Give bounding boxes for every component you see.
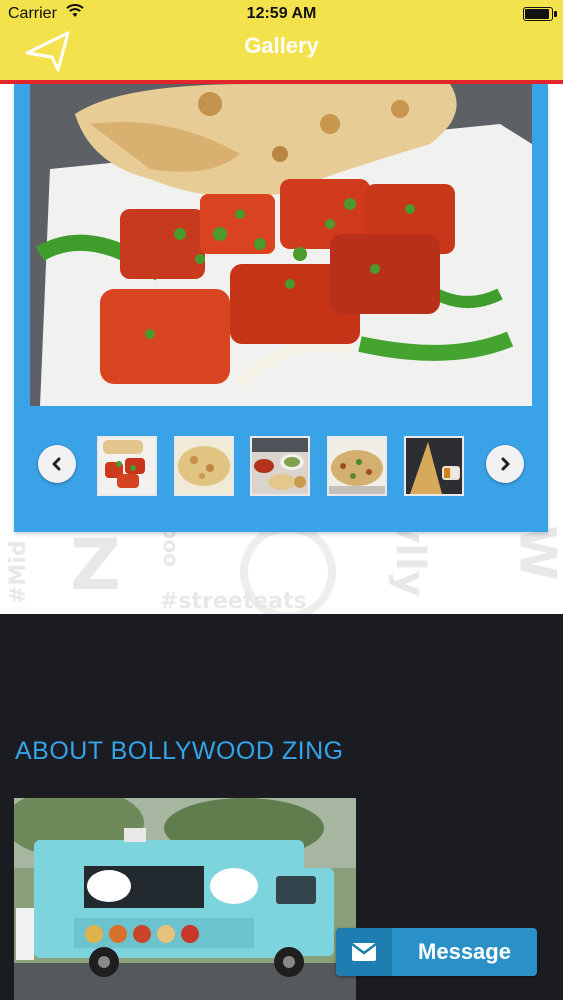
- previous-image-button[interactable]: [38, 445, 76, 483]
- chevron-right-icon: [501, 457, 510, 471]
- clock: 12:59 AM: [246, 5, 317, 22]
- envelope-icon: [336, 928, 392, 976]
- thumbnail-dosa[interactable]: [404, 436, 464, 496]
- message-button-label: Message: [418, 939, 511, 964]
- thumbnail-biryani[interactable]: [327, 436, 387, 496]
- thumbnail-naan[interactable]: [174, 436, 234, 496]
- thumbnail-tandoori[interactable]: [97, 436, 157, 496]
- thumbnail-thali[interactable]: [250, 436, 310, 496]
- food-truck-image: [14, 798, 356, 1000]
- next-image-button[interactable]: [486, 445, 524, 483]
- status-bar: Carrier 12:59 AM: [0, 0, 563, 30]
- chevron-left-icon: [52, 457, 61, 471]
- gallery-main-image[interactable]: [30, 84, 532, 406]
- navigation-bar: Carrier 12:59 AM Gallery: [0, 0, 563, 84]
- message-button[interactable]: Message: [336, 928, 537, 976]
- gallery-carousel: [14, 84, 548, 532]
- thumbnail-strip: [14, 430, 548, 502]
- about-heading: ABOUT BOLLYWOOD ZING: [15, 737, 344, 765]
- page-title: Gallery: [244, 33, 319, 58]
- battery-icon: [523, 7, 557, 21]
